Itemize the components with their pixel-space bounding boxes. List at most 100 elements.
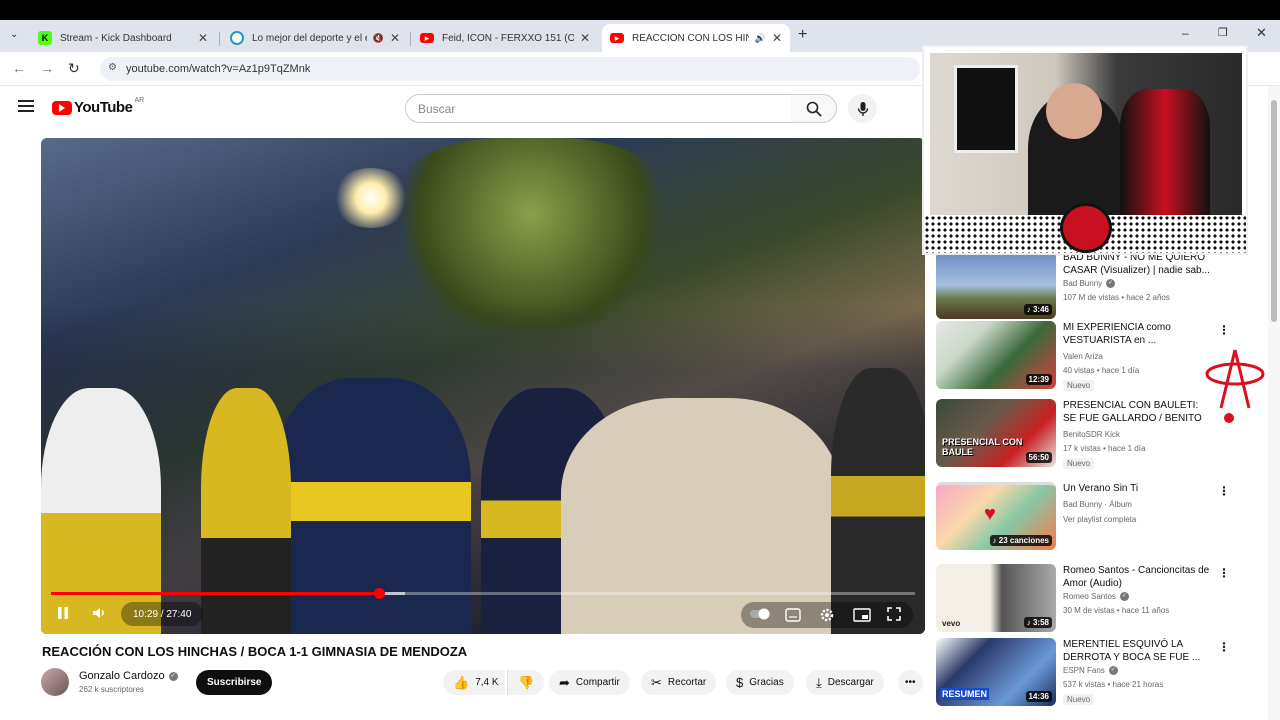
- search-input[interactable]: Buscar: [405, 94, 792, 123]
- playlist-thumbnail[interactable]: ♥ ♪ 23 canciones: [936, 482, 1056, 550]
- like-button[interactable]: 👍 7,4 K: [443, 670, 505, 695]
- microphone-icon: [857, 101, 868, 116]
- youtube-logo[interactable]: YouTube AR: [52, 97, 144, 116]
- volume-button[interactable]: [91, 605, 107, 621]
- close-tab-icon[interactable]: ✕: [198, 31, 208, 45]
- more-actions-button[interactable]: •••: [898, 670, 923, 695]
- mute-icon[interactable]: 🔇: [373, 33, 384, 44]
- forward-icon[interactable]: →: [40, 60, 54, 76]
- thumbnail-text: PRESENCIAL CON BAULE: [942, 437, 1023, 457]
- tab-search-chevron-icon[interactable]: ⌄: [10, 29, 18, 40]
- recommendation-channel-text: Bad Bunny: [1063, 279, 1103, 288]
- close-window-icon[interactable]: ✕: [1256, 25, 1267, 41]
- reload-icon[interactable]: ↻: [68, 60, 80, 77]
- heart-icon: ♥: [984, 503, 996, 525]
- video-thumbnail[interactable]: ♪ 3:46: [936, 251, 1056, 319]
- settings-button[interactable]: [819, 607, 835, 623]
- site-info-icon[interactable]: ⚙: [108, 62, 117, 73]
- video-thumbnail[interactable]: RESUMEN 14:36: [936, 638, 1056, 706]
- more-options-icon[interactable]: ⋮: [1218, 566, 1230, 580]
- voice-search-button[interactable]: [848, 94, 877, 123]
- recommendation-channel[interactable]: Romeo Santos ✓: [1063, 592, 1129, 602]
- spider-overlay-icon: [1205, 348, 1265, 428]
- time-text: 10:29 / 27:40: [133, 608, 192, 620]
- thanks-button[interactable]: $ Gracias: [726, 670, 794, 695]
- tab-feid[interactable]: ▸ Feid, ICON - FERXXO 151 (Offic ✕: [412, 24, 598, 52]
- recommendation-channel[interactable]: ESPN Fans ✓: [1063, 666, 1118, 676]
- spider-poster: [954, 65, 1018, 153]
- video-progress-bar[interactable]: [51, 588, 915, 599]
- recommendation-title[interactable]: MI EXPERIENCIA como VESTUARISTA en ...: [1063, 321, 1213, 347]
- autoplay-toggle[interactable]: [749, 608, 771, 620]
- youtube-icon: ▸: [420, 33, 434, 43]
- video-frame-fan: [271, 378, 471, 634]
- recommendation-channel[interactable]: Valen Ariza: [1063, 352, 1103, 361]
- recommendation-channel[interactable]: Bad Bunny ✓: [1063, 279, 1116, 289]
- recommendation-item[interactable]: ♥ ♪ 23 canciones Un Verano Sin Ti ⋮ Bad …: [936, 482, 1236, 552]
- video-player[interactable]: 10:29 / 27:40: [41, 138, 925, 634]
- video-thumbnail[interactable]: PRESENCIAL CON BAULE 56:50: [936, 399, 1056, 467]
- new-tab-icon[interactable]: +: [798, 26, 807, 44]
- url-field[interactable]: ⚙ youtube.com/watch?v=Az1p9TqZMnk: [100, 57, 920, 81]
- close-tab-icon[interactable]: ✕: [390, 31, 400, 45]
- song-count-text: 23 canciones: [998, 536, 1049, 545]
- miniplayer-button[interactable]: [853, 608, 871, 622]
- autoplay-toggle-icon: [750, 608, 770, 620]
- dislike-button[interactable]: 👎: [507, 670, 545, 695]
- duration-badge: 12:39: [1025, 374, 1052, 385]
- recommendation-title[interactable]: MERENTIEL ESQUIVÓ LA DERROTA Y BOCA SE F…: [1063, 638, 1213, 664]
- playlist-link[interactable]: Ver playlist completa: [1063, 515, 1136, 524]
- recommendation-item[interactable]: vevo ♪ 3:58 Romeo Santos - Cancioncitas …: [936, 564, 1236, 634]
- video-thumbnail[interactable]: 12:39: [936, 321, 1056, 389]
- more-options-icon[interactable]: ⋮: [1218, 640, 1230, 654]
- clip-button[interactable]: ✂ Recortar: [641, 670, 717, 695]
- share-button[interactable]: ➦ Compartir: [549, 670, 630, 695]
- more-options-icon[interactable]: ⋮: [1218, 484, 1230, 498]
- close-tab-icon[interactable]: ✕: [580, 31, 590, 45]
- thumbs-down-icon: 👎: [518, 674, 535, 690]
- pause-icon: [58, 607, 68, 619]
- recommendation-title[interactable]: Romeo Santos - Cancioncitas de Amor (Aud…: [1063, 564, 1213, 590]
- search-button[interactable]: [791, 94, 837, 123]
- menu-icon[interactable]: [18, 100, 34, 112]
- restore-icon[interactable]: ❐: [1218, 26, 1228, 39]
- channel-avatar[interactable]: [41, 668, 69, 696]
- close-tab-icon[interactable]: ✕: [772, 31, 782, 45]
- clip-label: Recortar: [667, 677, 707, 688]
- player-controls: 10:29 / 27:40: [41, 600, 925, 630]
- video-thumbnail[interactable]: vevo ♪ 3:58: [936, 564, 1056, 632]
- recommendation-channel[interactable]: BenitoSDR Kick: [1063, 430, 1120, 439]
- audio-playing-icon[interactable]: 🔊: [755, 33, 766, 44]
- new-badge: Nuevo: [1063, 694, 1095, 705]
- recommendation-channel[interactable]: Bad Bunny · Álbum: [1063, 500, 1132, 509]
- subtitles-button[interactable]: [785, 608, 801, 622]
- download-button[interactable]: ⤓ Descargar: [806, 670, 884, 695]
- subscribe-button[interactable]: Suscribirse: [196, 670, 273, 695]
- recommendation-meta: 107 M de vistas • hace 2 años: [1063, 293, 1170, 302]
- recommendation-item[interactable]: PRESENCIAL CON BAULE 56:50 PRESENCIAL CO…: [936, 399, 1236, 469]
- recommendation-channel-text: ESPN Fans: [1063, 666, 1105, 675]
- pause-button[interactable]: [57, 606, 69, 620]
- duration-badge: 56:50: [1025, 452, 1052, 463]
- tab-kick-dashboard[interactable]: K Stream - Kick Dashboard ✕: [30, 24, 216, 52]
- url-text: youtube.com/watch?v=Az1p9TqZMnk: [126, 63, 311, 75]
- video-frame-tree: [381, 138, 681, 328]
- tab-reaccion[interactable]: ▸ REACCIÓN CON LOS HINCH 🔊 ✕: [602, 24, 790, 52]
- channel-name[interactable]: Gonzalo Cardozo ✓: [79, 670, 178, 682]
- scrollbar-thumb[interactable]: [1271, 100, 1277, 322]
- recommendation-meta: 17 k vistas • hace 1 día: [1063, 444, 1146, 453]
- recommendation-title[interactable]: Un Verano Sin Ti: [1063, 482, 1213, 495]
- recommendation-title[interactable]: PRESENCIAL CON BAULETI: SE FUE GALLARDO …: [1063, 399, 1213, 427]
- back-icon[interactable]: ←: [12, 60, 26, 76]
- tab-sports[interactable]: Lo mejor del deporte y el e 🔇 ✕: [222, 24, 408, 52]
- recommendation-item[interactable]: 12:39 MI EXPERIENCIA como VESTUARISTA en…: [936, 321, 1236, 391]
- fullscreen-button[interactable]: [887, 607, 901, 621]
- recommendation-item[interactable]: RESUMEN 14:36 MERENTIEL ESQUIVÓ LA DERRO…: [936, 638, 1236, 708]
- recommendation-item[interactable]: ♪ 3:46 BAD BUNNY - NO ME QUIERO CASAR (V…: [936, 251, 1236, 321]
- subscriber-count: 262 k suscriptores: [79, 685, 144, 694]
- window-top-bar: [0, 0, 1280, 20]
- duration-text: 3:58: [1032, 618, 1049, 627]
- page-scrollbar[interactable]: [1268, 86, 1280, 720]
- minimize-icon[interactable]: –: [1182, 26, 1189, 40]
- more-options-icon[interactable]: ⋮: [1218, 323, 1230, 337]
